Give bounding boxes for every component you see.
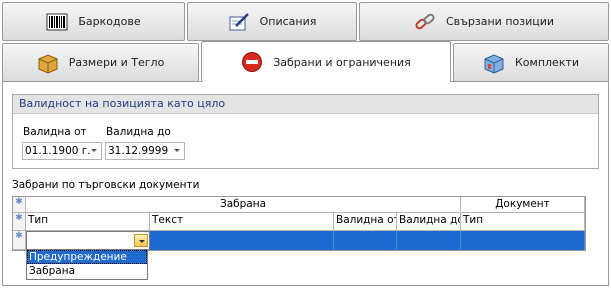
tab-label: Забрани и ограничения <box>273 55 411 69</box>
restrictions-grid: ✱ Забрана Документ ✱ Тип Текст Валидна о… <box>12 196 586 251</box>
chain-link-icon <box>414 11 436 33</box>
new-row-indicator[interactable]: ✱ <box>13 231 26 250</box>
column-header-text[interactable]: Текст <box>150 213 334 231</box>
column-header-valid-from[interactable]: Валидна от <box>334 213 397 231</box>
dropdown-option-restriction[interactable]: Забрана <box>27 264 147 278</box>
tab-descriptions[interactable]: Описания <box>187 2 357 41</box>
tab-label: Свързани позиции <box>445 15 555 28</box>
column-header-document-type[interactable]: Тип <box>461 213 585 231</box>
dropdown-option-warning[interactable]: Предупреждение <box>27 250 147 264</box>
valid-from-value: 01.1.1900 г. <box>25 145 91 157</box>
band-document: Документ <box>461 197 585 213</box>
header-row-indicator: ✱ <box>13 213 26 231</box>
chevron-down-icon[interactable] <box>174 149 180 152</box>
tab-label: Баркодове <box>78 15 141 28</box>
column-header-valid-to[interactable]: Валидна до <box>397 213 461 231</box>
notepad-pen-icon <box>228 11 250 33</box>
new-row-text-cell[interactable] <box>150 231 334 250</box>
tab-barcodes[interactable]: Баркодове <box>2 2 185 41</box>
band-row-indicator: ✱ <box>13 197 26 213</box>
new-row-type-cell[interactable] <box>26 231 150 250</box>
tab-label: Описания <box>259 15 317 28</box>
grid-title: Забрани по търговски документи <box>12 179 200 191</box>
valid-from-label: Валидна от <box>23 126 87 138</box>
new-row-valid-from-cell[interactable] <box>334 231 397 250</box>
tab-restrictions[interactable]: Забрани и ограничения <box>201 41 451 82</box>
cube-set-icon <box>483 52 505 74</box>
tab-label: Комплекти <box>514 56 580 69</box>
tab-related-items[interactable]: Свързани позиции <box>359 2 609 41</box>
no-entry-icon <box>241 51 263 73</box>
chevron-down-icon[interactable] <box>134 234 148 247</box>
tab-label: Размери и Тегло <box>68 56 165 69</box>
valid-from-field[interactable]: 01.1.1900 г. <box>22 142 102 160</box>
tab-kits[interactable]: Комплекти <box>453 43 609 82</box>
type-dropdown-list: Предупреждение Забрана <box>26 249 148 280</box>
barcode-icon <box>46 11 68 33</box>
column-header-type[interactable]: Тип <box>26 213 150 231</box>
validity-group-title: Валидност на позицията като цяло <box>13 95 598 114</box>
new-row-document-type-cell[interactable] <box>461 231 585 250</box>
valid-to-label: Валидна до <box>106 126 171 138</box>
band-restriction: Забрана <box>26 197 461 213</box>
new-row-valid-to-cell[interactable] <box>397 231 461 250</box>
tab-dimensions-weight[interactable]: Размери и Тегло <box>2 43 199 82</box>
box-icon <box>37 52 59 74</box>
valid-to-field[interactable]: 31.12.9999 <box>105 142 185 160</box>
valid-to-value: 31.12.9999 <box>108 145 169 157</box>
chevron-down-icon[interactable] <box>91 149 97 152</box>
